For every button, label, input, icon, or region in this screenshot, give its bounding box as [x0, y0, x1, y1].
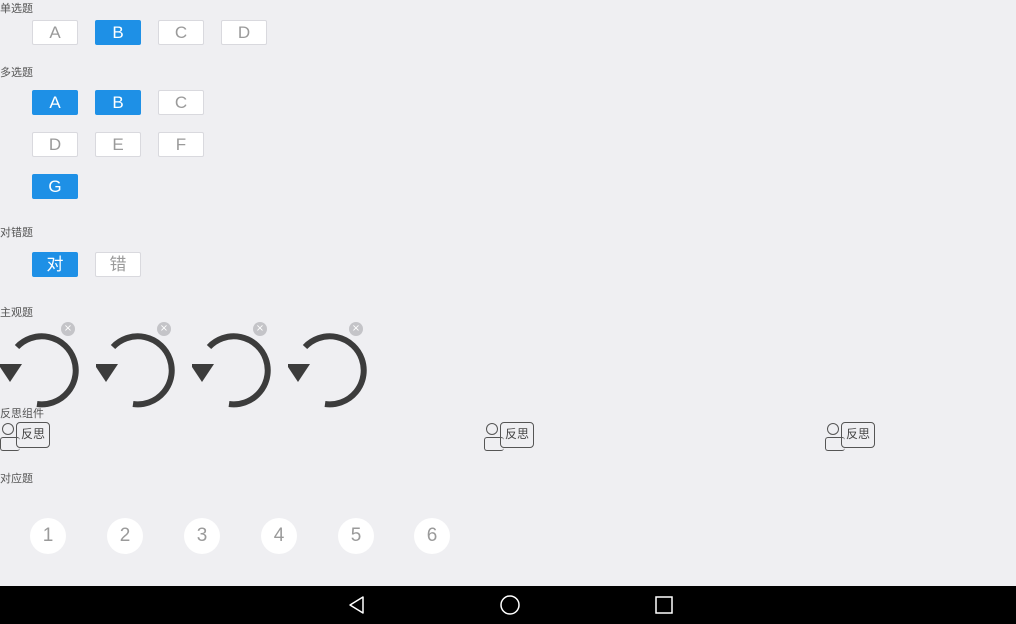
back-icon [349, 596, 364, 614]
remove-icon[interactable]: × [253, 322, 267, 336]
single-option-d[interactable]: D [221, 20, 267, 45]
subjective-item-3[interactable]: × [192, 320, 282, 410]
reflection-label: 反思 [841, 422, 875, 448]
reflection-button-3[interactable]: 反思 [825, 418, 885, 458]
back-button[interactable] [337, 586, 377, 624]
reflection-button-2[interactable]: 反思 [484, 418, 544, 458]
reflection-button-1[interactable]: 反思 [0, 418, 60, 458]
remove-icon[interactable]: × [349, 322, 363, 336]
true-false-title: 对错题 [0, 226, 33, 239]
subjective-item-1[interactable]: × [0, 320, 90, 410]
multi-option-f[interactable]: F [158, 132, 204, 157]
reflection-label: 反思 [500, 422, 534, 448]
matching-item-1[interactable]: 1 [30, 518, 66, 554]
matching-item-3[interactable]: 3 [184, 518, 220, 554]
multi-option-d[interactable]: D [32, 132, 78, 157]
matching-item-5[interactable]: 5 [338, 518, 374, 554]
single-option-c[interactable]: C [158, 20, 204, 45]
multi-option-c[interactable]: C [158, 90, 204, 115]
subjective-title: 主观题 [0, 306, 33, 319]
true-option[interactable]: 对 [32, 252, 78, 277]
subjective-item-4[interactable]: × [288, 320, 378, 410]
matching-item-2[interactable]: 2 [107, 518, 143, 554]
navigation-bar [0, 586, 1016, 624]
subjective-item-2[interactable]: × [96, 320, 186, 410]
person-icon [2, 423, 14, 435]
recents-icon [655, 596, 673, 614]
matching-title: 对应题 [0, 472, 33, 485]
false-option[interactable]: 错 [95, 252, 141, 277]
matching-item-6[interactable]: 6 [414, 518, 450, 554]
reflection-label: 反思 [16, 422, 50, 448]
multi-option-b[interactable]: B [95, 90, 141, 115]
single-choice-title: 单选题 [0, 2, 33, 15]
remove-icon[interactable]: × [61, 322, 75, 336]
single-option-b[interactable]: B [95, 20, 141, 45]
remove-icon[interactable]: × [157, 322, 171, 336]
matching-item-4[interactable]: 4 [261, 518, 297, 554]
person-icon [486, 423, 498, 435]
multi-option-a[interactable]: A [32, 90, 78, 115]
person-icon [827, 423, 839, 435]
recents-button[interactable] [644, 586, 684, 624]
home-icon [500, 595, 520, 615]
home-button[interactable] [490, 586, 530, 624]
multi-choice-title: 多选题 [0, 66, 33, 79]
multi-option-g[interactable]: G [32, 174, 78, 199]
single-option-a[interactable]: A [32, 20, 78, 45]
multi-option-e[interactable]: E [95, 132, 141, 157]
